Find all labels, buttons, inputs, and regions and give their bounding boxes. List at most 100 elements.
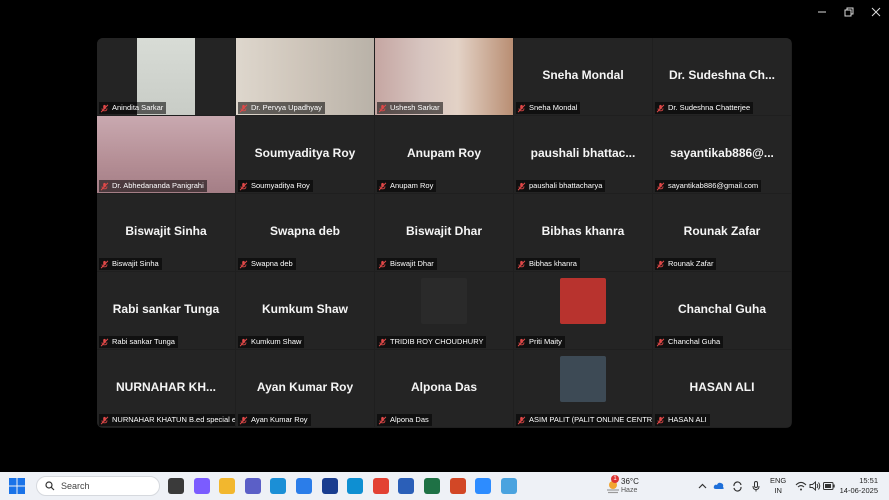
edge-icon[interactable] <box>270 478 287 494</box>
participant-name-label: Biswajit Dhar <box>377 258 437 270</box>
participant-name: Ushesh Sarkar <box>390 103 440 112</box>
muted-microphone-icon <box>517 182 526 190</box>
participant-tile[interactable]: HASAN ALI HASAN ALI <box>653 350 791 427</box>
participant-name-label: Anindita Sarkar <box>99 102 167 114</box>
weather-widget[interactable]: 1 36°C Haze <box>605 475 655 497</box>
participant-name-label: Swapna deb <box>238 258 296 270</box>
participant-tile[interactable]: Bibhas khanra Bibhas khanra <box>514 194 652 271</box>
participant-tile[interactable]: Swapna deb Swapna deb <box>236 194 374 271</box>
participant-name-label: Alpona Das <box>377 414 432 426</box>
store-icon[interactable] <box>296 478 312 494</box>
volume-tray-icon[interactable] <box>808 479 822 493</box>
microphone-icon <box>752 480 760 491</box>
participant-tile[interactable]: Chanchal Guha Chanchal Guha <box>653 272 791 349</box>
participant-name-label: HASAN ALI <box>655 414 710 426</box>
speaker-icon <box>809 481 821 491</box>
participant-tile[interactable]: Soumyaditya Roy Soumyaditya Roy <box>236 116 374 193</box>
participant-tile[interactable]: Anindita Sarkar <box>97 38 235 115</box>
muted-microphone-icon <box>378 104 387 112</box>
muted-microphone-icon <box>517 338 526 346</box>
muted-microphone-icon <box>239 416 248 424</box>
microphone-tray-icon[interactable] <box>749 479 763 493</box>
participant-display-name: Soumyaditya Roy <box>254 146 356 160</box>
restore-button[interactable] <box>835 0 862 24</box>
word-icon[interactable] <box>398 478 415 494</box>
participant-name: Dr. Abhedananda Panigrahi <box>112 181 204 190</box>
chrome-icon[interactable] <box>372 478 389 494</box>
muted-microphone-icon <box>517 416 526 424</box>
participant-name-label: Rabi sankar Tunga <box>99 336 178 348</box>
participant-name-label: Kumkum Shaw <box>238 336 305 348</box>
participant-name: Biswajit Sinha <box>112 259 159 268</box>
participant-name-label: Dr. Sudeshna Chatterjee <box>655 102 754 114</box>
participant-tile[interactable]: NURNAHAR KH... NURNAHAR KHATUN B.ed speci… <box>97 350 235 427</box>
participant-name: Rabi sankar Tunga <box>112 337 175 346</box>
language-indicator[interactable]: ENG IN <box>770 476 786 496</box>
task-view-icon[interactable] <box>168 478 184 494</box>
participant-tile[interactable]: Dr. Sudeshna Ch... Dr. Sudeshna Chatterje… <box>653 38 791 115</box>
file-explorer-icon[interactable] <box>219 478 236 494</box>
participant-tile[interactable]: TRIDIB ROY CHOUDHURY <box>375 272 513 349</box>
photos-icon[interactable] <box>347 478 364 494</box>
participant-name: Priti Maity <box>529 337 562 346</box>
participant-name-label: Priti Maity <box>516 336 565 348</box>
copilot-icon[interactable] <box>193 478 210 494</box>
participant-tile[interactable]: Rounak Zafar Rounak Zafar <box>653 194 791 271</box>
participant-name: Alpona Das <box>390 415 429 424</box>
participant-display-name: Rounak Zafar <box>683 224 761 238</box>
participant-display-name: Chanchal Guha <box>677 302 766 316</box>
windows-start-icon[interactable] <box>9 478 25 494</box>
excel-icon[interactable] <box>424 478 440 494</box>
muted-microphone-icon <box>378 182 387 190</box>
wifi-tray-icon[interactable] <box>794 479 808 493</box>
muted-microphone-icon <box>656 104 665 112</box>
participant-tile[interactable]: Rabi sankar Tunga Rabi sankar Tunga <box>97 272 235 349</box>
participant-display-name: HASAN ALI <box>689 380 755 394</box>
participant-display-name: Alpona Das <box>410 380 477 394</box>
participant-tile[interactable]: Ushesh Sarkar <box>375 38 513 115</box>
muted-microphone-icon <box>239 260 248 268</box>
close-button[interactable] <box>862 0 889 24</box>
participant-tile[interactable]: paushali bhattac... paushali bhattacharya <box>514 116 652 193</box>
participant-name-label: NURNAHAR KHATUN B.ed special ed... <box>99 414 235 426</box>
powerpoint-icon[interactable] <box>449 478 466 494</box>
muted-microphone-icon <box>378 260 387 268</box>
muted-microphone-icon <box>100 182 109 190</box>
participant-name: paushali bhattacharya <box>529 181 603 190</box>
participant-name: Anindita Sarkar <box>112 103 164 112</box>
wifi-icon <box>795 481 807 491</box>
taskbar-search[interactable]: Search <box>36 476 160 496</box>
minimize-button[interactable] <box>808 0 835 24</box>
participant-tile[interactable]: Biswajit Sinha Biswajit Sinha <box>97 194 235 271</box>
participant-name: Ayan Kumar Roy <box>251 415 308 424</box>
participant-tile[interactable]: Dr. Pervya Upadhyay <box>236 38 374 115</box>
battery-tray-icon[interactable] <box>822 479 836 493</box>
participant-name-label: Anupam Roy <box>377 180 437 192</box>
participant-tile[interactable]: sayantikab886@... sayantikab886@gmail.com <box>653 116 791 193</box>
restore-icon <box>844 7 853 17</box>
cloud-icon <box>713 482 724 489</box>
participant-display-name: Anupam Roy <box>406 146 481 160</box>
participant-tile[interactable]: Biswajit Dhar Biswajit Dhar <box>375 194 513 271</box>
zoom-icon[interactable] <box>475 478 492 494</box>
teams-icon[interactable] <box>244 478 261 494</box>
muted-microphone-icon <box>239 104 248 112</box>
participant-tile[interactable]: Kumkum Shaw Kumkum Shaw <box>236 272 374 349</box>
participant-tile[interactable]: Priti Maity <box>514 272 652 349</box>
participant-tile[interactable]: Alpona Das Alpona Das <box>375 350 513 427</box>
participant-tile[interactable]: Ayan Kumar Roy Ayan Kumar Roy <box>236 350 374 427</box>
muted-microphone-icon <box>656 416 665 424</box>
participant-tile[interactable]: ASIM PALIT (PALIT ONLINE CENTRE) <box>514 350 652 427</box>
participant-tile[interactable]: Dr. Abhedananda Panigrahi <box>97 116 235 193</box>
taskbar: Search 1 36°C Haze ENG IN 15:51 14-06-20… <box>0 472 889 500</box>
system-clock[interactable]: 15:51 14-06-2025 <box>838 476 878 496</box>
participant-tile[interactable]: Sneha Mondal Sneha Mondal <box>514 38 652 115</box>
close-icon <box>871 7 880 17</box>
show-hidden-icons-button[interactable] <box>695 479 709 493</box>
sync-tray-icon[interactable] <box>730 479 744 493</box>
participant-tile[interactable]: Anupam Roy Anupam Roy <box>375 116 513 193</box>
tablet-app-icon[interactable] <box>500 478 517 494</box>
muted-microphone-icon <box>656 182 665 190</box>
onedrive-tray-icon[interactable] <box>712 479 726 493</box>
app-l-icon[interactable] <box>321 478 338 494</box>
